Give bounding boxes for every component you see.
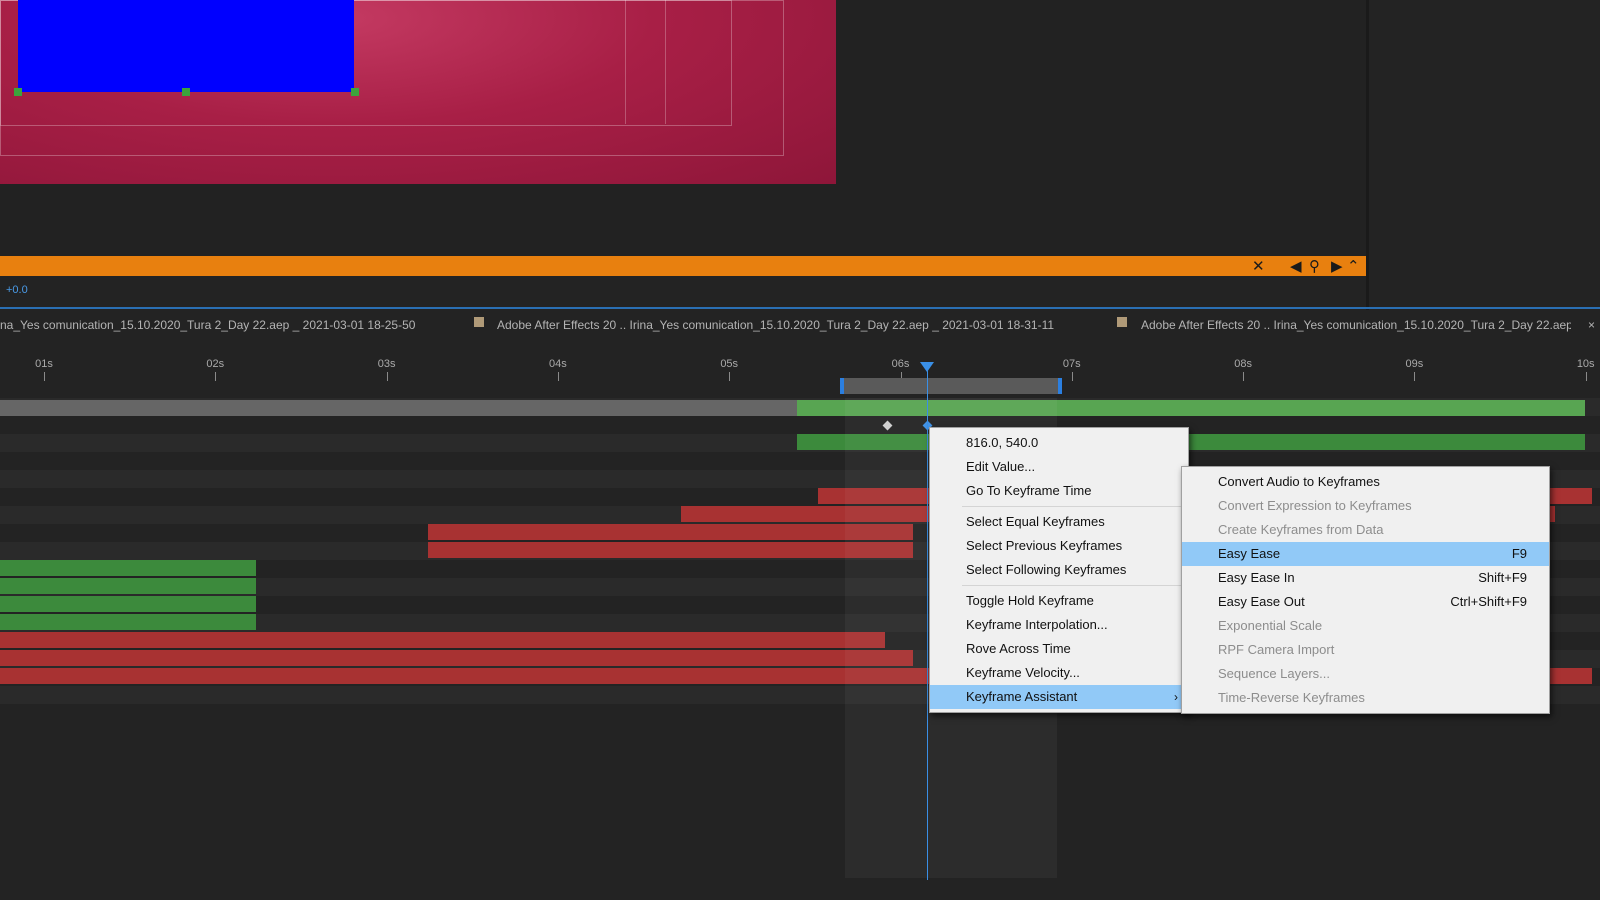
submenu-item-easy-ease-out[interactable]: Easy Ease Out Ctrl+Shift+F9 [1182,590,1549,614]
submenu-item-easy-ease[interactable]: Easy Ease F9 [1182,542,1549,566]
project-tab[interactable]: Adobe After Effects 20 .. Irina_Yes comu… [497,318,1054,332]
project-tab-row: na_Yes comunication_15.10.2020_Tura 2_Da… [0,312,1600,338]
next-icon[interactable]: ▶ [1331,257,1343,275]
menu-item-label: Time-Reverse Keyframes [1218,690,1365,705]
menu-item-rove-across-time[interactable]: Rove Across Time [930,637,1188,661]
menu-item-keyframe-assistant[interactable]: Keyframe Assistant › [930,685,1188,709]
ruler-tick-label: 08s [1234,358,1252,370]
current-time-handle[interactable] [920,362,934,372]
menu-item-label: Easy Ease In [1218,570,1295,585]
ruler-tick [215,372,217,381]
guide-line [625,0,626,124]
ruler-tick [557,372,559,381]
layer-bar[interactable] [0,560,256,576]
transform-handle[interactable] [182,88,190,96]
shortcut-label: Ctrl+Shift+F9 [1450,594,1527,609]
menu-item-label: Easy Ease Out [1218,594,1305,609]
menu-item-label: Convert Expression to Keyframes [1218,498,1412,513]
submenu-item-exponential-scale: Exponential Scale [1182,614,1549,638]
ruler-tick-label: 09s [1405,358,1424,370]
prev-icon[interactable]: ◀ [1290,257,1302,275]
collapse-icon[interactable]: ⌃ [1347,257,1360,275]
submenu-item-easy-ease-in[interactable]: Easy Ease In Shift+F9 [1182,566,1549,590]
time-ruler[interactable]: 01s 02s 03s 04s 05s 06s 07s 08s 09s 10s [0,346,1600,396]
keyframe-assistant-submenu: Convert Audio to Keyframes Convert Expre… [1181,466,1550,714]
layer-bar[interactable] [428,524,913,540]
shortcut-label: F9 [1511,546,1527,561]
composition-viewer[interactable] [0,0,1368,256]
layer-bar[interactable] [0,614,256,630]
menu-item-label: Convert Audio to Keyframes [1218,474,1380,489]
layer-bar[interactable] [0,596,256,612]
ruler-tick-label: 02s [206,358,225,370]
menu-item-go-to-keyframe-time[interactable]: Go To Keyframe Time [930,479,1188,503]
shortcut-label: Shift+F9 [1478,570,1527,585]
ruler-tick [1243,372,1245,381]
ruler-tick-label: 01s [35,358,53,370]
ruler-tick [386,372,388,381]
submenu-item-sequence-layers: Sequence Layers... [1182,662,1549,686]
menu-item-keyframe-velocity[interactable]: Keyframe Velocity... [930,661,1188,685]
ruler-tick [1585,372,1587,381]
submenu-item-convert-expression: Convert Expression to Keyframes [1182,494,1549,518]
ruler-tick-label: 10s [1576,358,1595,370]
layer-bar[interactable] [0,650,913,666]
layer-bar[interactable] [0,578,256,594]
layer-bar[interactable] [428,542,913,558]
menu-item-keyframe-interpolation[interactable]: Keyframe Interpolation... [930,613,1188,637]
current-time-indicator[interactable] [927,364,928,880]
menu-item-edit-value[interactable]: Edit Value... [930,455,1188,479]
guide-line [665,0,666,124]
search-icon[interactable]: ⚲ [1309,257,1320,275]
work-area-bar[interactable] [840,378,1062,394]
menu-item-label: Keyframe Assistant [966,689,1078,704]
menu-item-label: Create Keyframes from Data [1218,522,1384,537]
selected-solid-layer[interactable] [18,0,354,92]
panel-separator [0,307,1600,309]
menu-item-toggle-hold-keyframe[interactable]: Toggle Hold Keyframe [930,589,1188,613]
close-icon[interactable]: ✕ [1252,257,1265,275]
ruler-tick-label: 07s [1062,358,1081,370]
ruler-tick-label: 06s [891,358,910,370]
tab-color-swatch [1117,317,1127,327]
project-tab[interactable]: na_Yes comunication_15.10.2020_Tura 2_Da… [0,318,415,332]
menu-item-select-previous-keyframes[interactable]: Select Previous Keyframes [930,534,1188,558]
submenu-item-create-keyframes-from-data: Create Keyframes from Data [1182,518,1549,542]
ruler-tick-label: 05s [720,358,739,370]
ruler-tick [44,372,45,381]
menu-item-label: Exponential Scale [1218,618,1323,633]
menu-item-value[interactable]: 816.0, 540.0 [930,431,1188,455]
menu-item-select-following-keyframes[interactable]: Select Following Keyframes [930,558,1188,582]
ruler-tick [729,372,731,381]
transform-handle[interactable] [351,88,359,96]
layer-bar[interactable] [0,400,797,416]
ruler-tick-label: 04s [549,358,567,370]
transform-handle[interactable] [14,88,22,96]
menu-separator [962,506,1186,507]
tab-color-swatch [474,317,484,327]
submenu-item-rpf-camera-import: RPF Camera Import [1182,638,1549,662]
panel-divider[interactable] [1366,0,1369,310]
layer-panel-bar: ✕ ◀ ⚲ ▶ ⌃ [0,256,1366,276]
submenu-item-time-reverse-keyframes: Time-Reverse Keyframes [1182,686,1549,710]
menu-separator [962,585,1186,586]
menu-item-select-equal-keyframes[interactable]: Select Equal Keyframes [930,510,1188,534]
tab-close-icon[interactable]: × [1588,318,1595,332]
ruler-tick [1414,372,1416,381]
menu-item-label: RPF Camera Import [1218,642,1335,657]
submenu-arrow-icon: › [1174,690,1178,704]
submenu-item-convert-audio[interactable]: Convert Audio to Keyframes [1182,470,1549,494]
ruler-tick-label: 03s [377,358,396,370]
layer-bar[interactable] [0,632,885,648]
keyframe-context-menu: 816.0, 540.0 Edit Value... Go To Keyfram… [929,427,1189,713]
menu-item-label: Easy Ease [1218,546,1281,561]
ruler-tick [1071,372,1073,381]
project-tab[interactable]: Adobe After Effects 20 .. Irina_Yes comu… [1141,318,1571,332]
composition-frame[interactable] [0,0,836,184]
offset-readout: +0.0 [6,284,28,296]
menu-item-label: Sequence Layers... [1218,666,1331,681]
